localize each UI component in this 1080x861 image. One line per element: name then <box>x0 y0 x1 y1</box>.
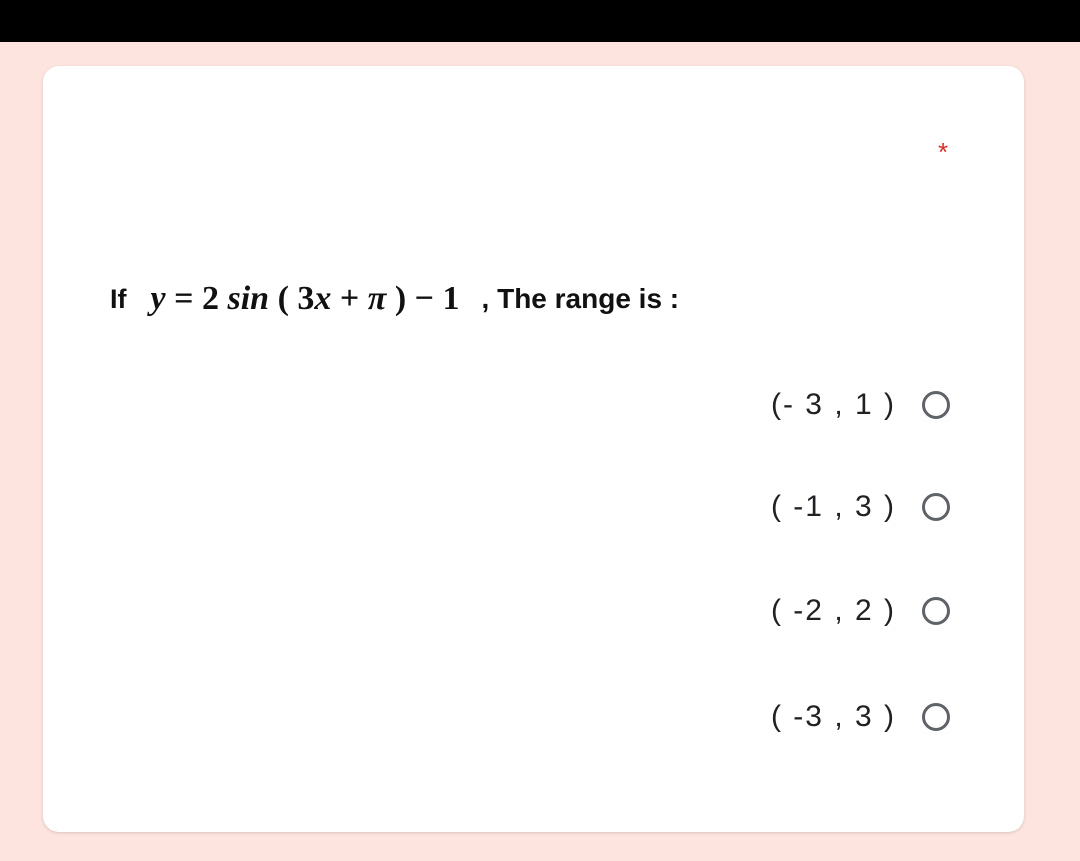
formula-x: x <box>314 280 332 317</box>
formula-plus: + <box>331 280 368 317</box>
formula-sin: sin <box>227 280 270 317</box>
status-bar <box>0 0 1080 42</box>
option-3[interactable]: ( -2 , 2 ) <box>771 594 950 628</box>
option-label: ( -3 , 3 ) <box>770 700 896 733</box>
radio-button[interactable] <box>922 493 950 521</box>
radio-button[interactable] <box>922 703 950 731</box>
radio-button[interactable] <box>922 597 950 625</box>
option-label: ( -2 , 2 ) <box>770 594 896 627</box>
required-indicator: * <box>938 137 949 167</box>
question-suffix: , The range is : <box>481 283 680 314</box>
option-4[interactable]: ( -3 , 3 ) <box>771 700 950 734</box>
formula-eq: = 2 <box>165 280 228 317</box>
formula-y: y <box>150 280 166 317</box>
option-1[interactable]: (- 3 , 1 ) <box>771 388 950 422</box>
formula-close: ) − 1 <box>386 280 460 317</box>
question-formula: y = 2 sin ( 3x + π ) − 1 <box>151 280 460 318</box>
formula-pi: π <box>367 280 387 317</box>
question-prefix: If <box>110 283 127 314</box>
question-text: If y = 2 sin ( 3x + π ) − 1 , The range … <box>110 274 679 324</box>
radio-button[interactable] <box>922 391 950 419</box>
question-card: * If y = 2 sin ( 3x + π ) − 1 , The rang… <box>43 66 1024 832</box>
option-2[interactable]: ( -1 , 3 ) <box>771 490 950 524</box>
option-label: (- 3 , 1 ) <box>770 388 896 421</box>
option-label: ( -1 , 3 ) <box>770 490 896 523</box>
formula-open: ( 3 <box>269 280 315 317</box>
